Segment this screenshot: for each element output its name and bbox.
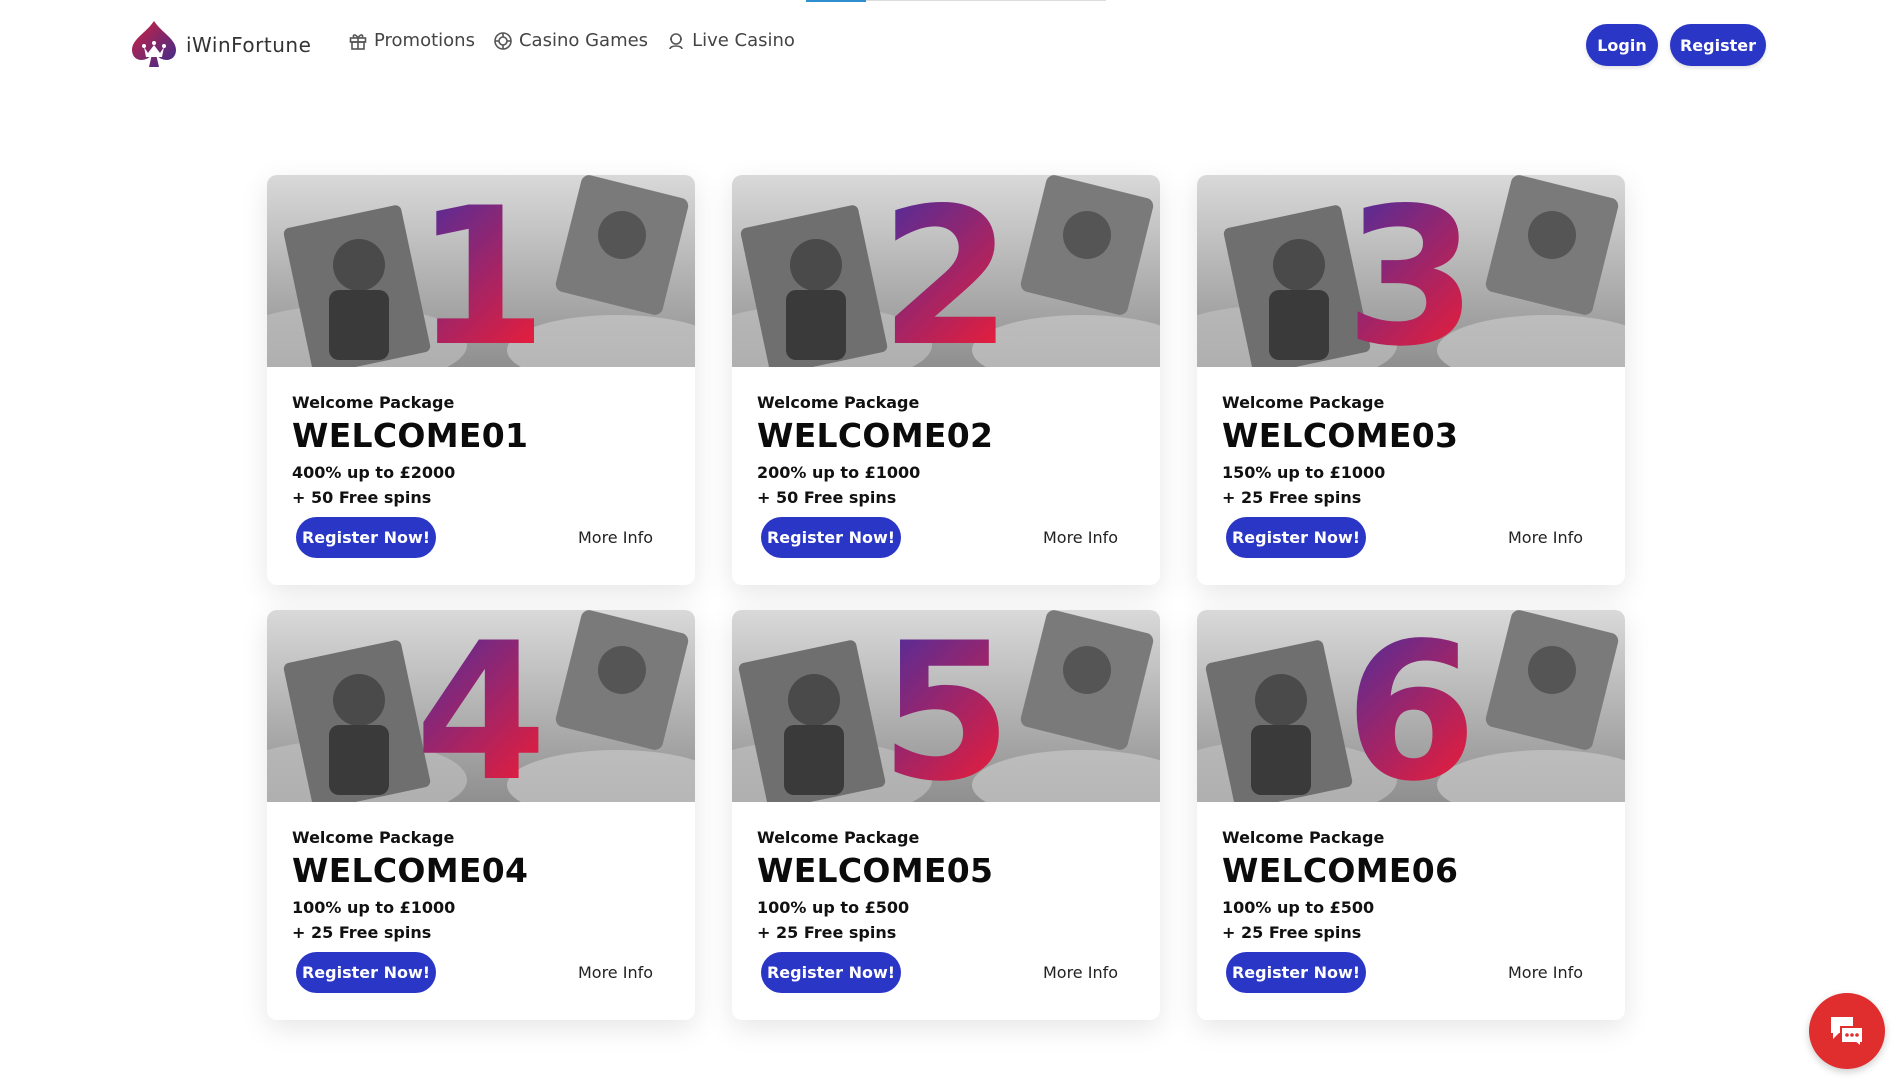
- dealer-icon: [669, 32, 683, 49]
- register-now-button[interactable]: Register Now!: [296, 952, 436, 993]
- nav-live-casino-label: Live Casino: [692, 30, 795, 51]
- promo-code: WELCOME03: [1222, 416, 1459, 455]
- promo-code: WELCOME04: [292, 851, 529, 890]
- banner-numeral: 5: [880, 610, 1012, 802]
- login-button[interactable]: Login: [1586, 24, 1658, 66]
- promo-card: 4 Welcome Package WELCOME04 100% up to £…: [267, 610, 695, 1020]
- promo-banner: 3: [1197, 175, 1625, 367]
- register-now-button[interactable]: Register Now!: [1226, 952, 1366, 993]
- promo-card: 1 Welcome Package WELCOME01 400% up to £…: [267, 175, 695, 585]
- more-info-link[interactable]: More Info: [1043, 528, 1118, 547]
- nav-promotions-label: Promotions: [374, 30, 475, 51]
- spade-crown-icon: [132, 21, 176, 67]
- brand-name: iWinFortune: [186, 33, 312, 57]
- spins-line: + 25 Free spins: [1222, 488, 1362, 507]
- package-label: Welcome Package: [1222, 393, 1385, 412]
- bonus-line: 100% up to £1000: [292, 898, 456, 917]
- nav-promotions[interactable]: Promotions: [348, 30, 475, 51]
- spins-line: + 25 Free spins: [292, 923, 432, 942]
- banner-numeral: 4: [415, 610, 547, 802]
- package-label: Welcome Package: [292, 828, 455, 847]
- package-label: Welcome Package: [292, 393, 455, 412]
- banner-numeral: 1: [415, 175, 547, 367]
- promo-grid: 1 Welcome Package WELCOME01 400% up to £…: [267, 175, 1625, 1020]
- more-info-link[interactable]: More Info: [578, 963, 653, 982]
- promo-code: WELCOME06: [1222, 851, 1459, 890]
- banner-numeral: 3: [1345, 175, 1477, 367]
- promo-card: 3 Welcome Package WELCOME03 150% up to £…: [1197, 175, 1625, 585]
- spins-line: + 25 Free spins: [1222, 923, 1362, 942]
- promo-banner: 6: [1197, 610, 1625, 802]
- bonus-line: 100% up to £500: [1222, 898, 1375, 917]
- promo-code: WELCOME01: [292, 416, 529, 455]
- promo-code: WELCOME05: [757, 851, 994, 890]
- brand-logo[interactable]: iWinFortune: [126, 17, 311, 73]
- spins-line: + 50 Free spins: [292, 488, 432, 507]
- site-header: iWinFortune Promotions Casino Games Live…: [0, 0, 1898, 88]
- nav-casino-games[interactable]: Casino Games: [493, 30, 648, 51]
- chip-icon: [494, 31, 512, 50]
- bonus-line: 400% up to £2000: [292, 463, 456, 482]
- bonus-line: 100% up to £500: [757, 898, 910, 917]
- promo-code: WELCOME02: [757, 416, 994, 455]
- promo-card: 2 Welcome Package WELCOME02 200% up to £…: [732, 175, 1160, 585]
- register-now-button[interactable]: Register Now!: [761, 952, 901, 993]
- promo-banner: 1: [267, 175, 695, 367]
- banner-numeral: 2: [880, 175, 1012, 367]
- promo-banner: 2: [732, 175, 1160, 367]
- more-info-link[interactable]: More Info: [1508, 963, 1583, 982]
- package-label: Welcome Package: [757, 828, 920, 847]
- bonus-line: 150% up to £1000: [1222, 463, 1386, 482]
- spins-line: + 25 Free spins: [757, 923, 897, 942]
- more-info-link[interactable]: More Info: [578, 528, 653, 547]
- promo-card: 6 Welcome Package WELCOME06 100% up to £…: [1197, 610, 1625, 1020]
- register-now-button[interactable]: Register Now!: [761, 517, 901, 558]
- nav-live-casino[interactable]: Live Casino: [666, 30, 795, 51]
- more-info-link[interactable]: More Info: [1043, 963, 1118, 982]
- promo-banner: 4: [267, 610, 695, 802]
- more-info-link[interactable]: More Info: [1508, 528, 1583, 547]
- package-label: Welcome Package: [1222, 828, 1385, 847]
- bonus-line: 200% up to £1000: [757, 463, 921, 482]
- promo-card: 5 Welcome Package WELCOME05 100% up to £…: [732, 610, 1160, 1020]
- register-button[interactable]: Register: [1670, 24, 1766, 66]
- main-nav: Promotions Casino Games Live Casino: [348, 30, 795, 51]
- live-chat-button[interactable]: [1809, 993, 1885, 1069]
- package-label: Welcome Package: [757, 393, 920, 412]
- register-now-button[interactable]: Register Now!: [296, 517, 436, 558]
- nav-casino-games-label: Casino Games: [518, 30, 649, 51]
- spins-line: + 50 Free spins: [757, 488, 897, 507]
- gift-icon: [349, 33, 367, 50]
- promo-banner: 5: [732, 610, 1160, 802]
- chat-bubble-icon: [1831, 1017, 1864, 1049]
- banner-numeral: 6: [1345, 610, 1477, 802]
- register-now-button[interactable]: Register Now!: [1226, 517, 1366, 558]
